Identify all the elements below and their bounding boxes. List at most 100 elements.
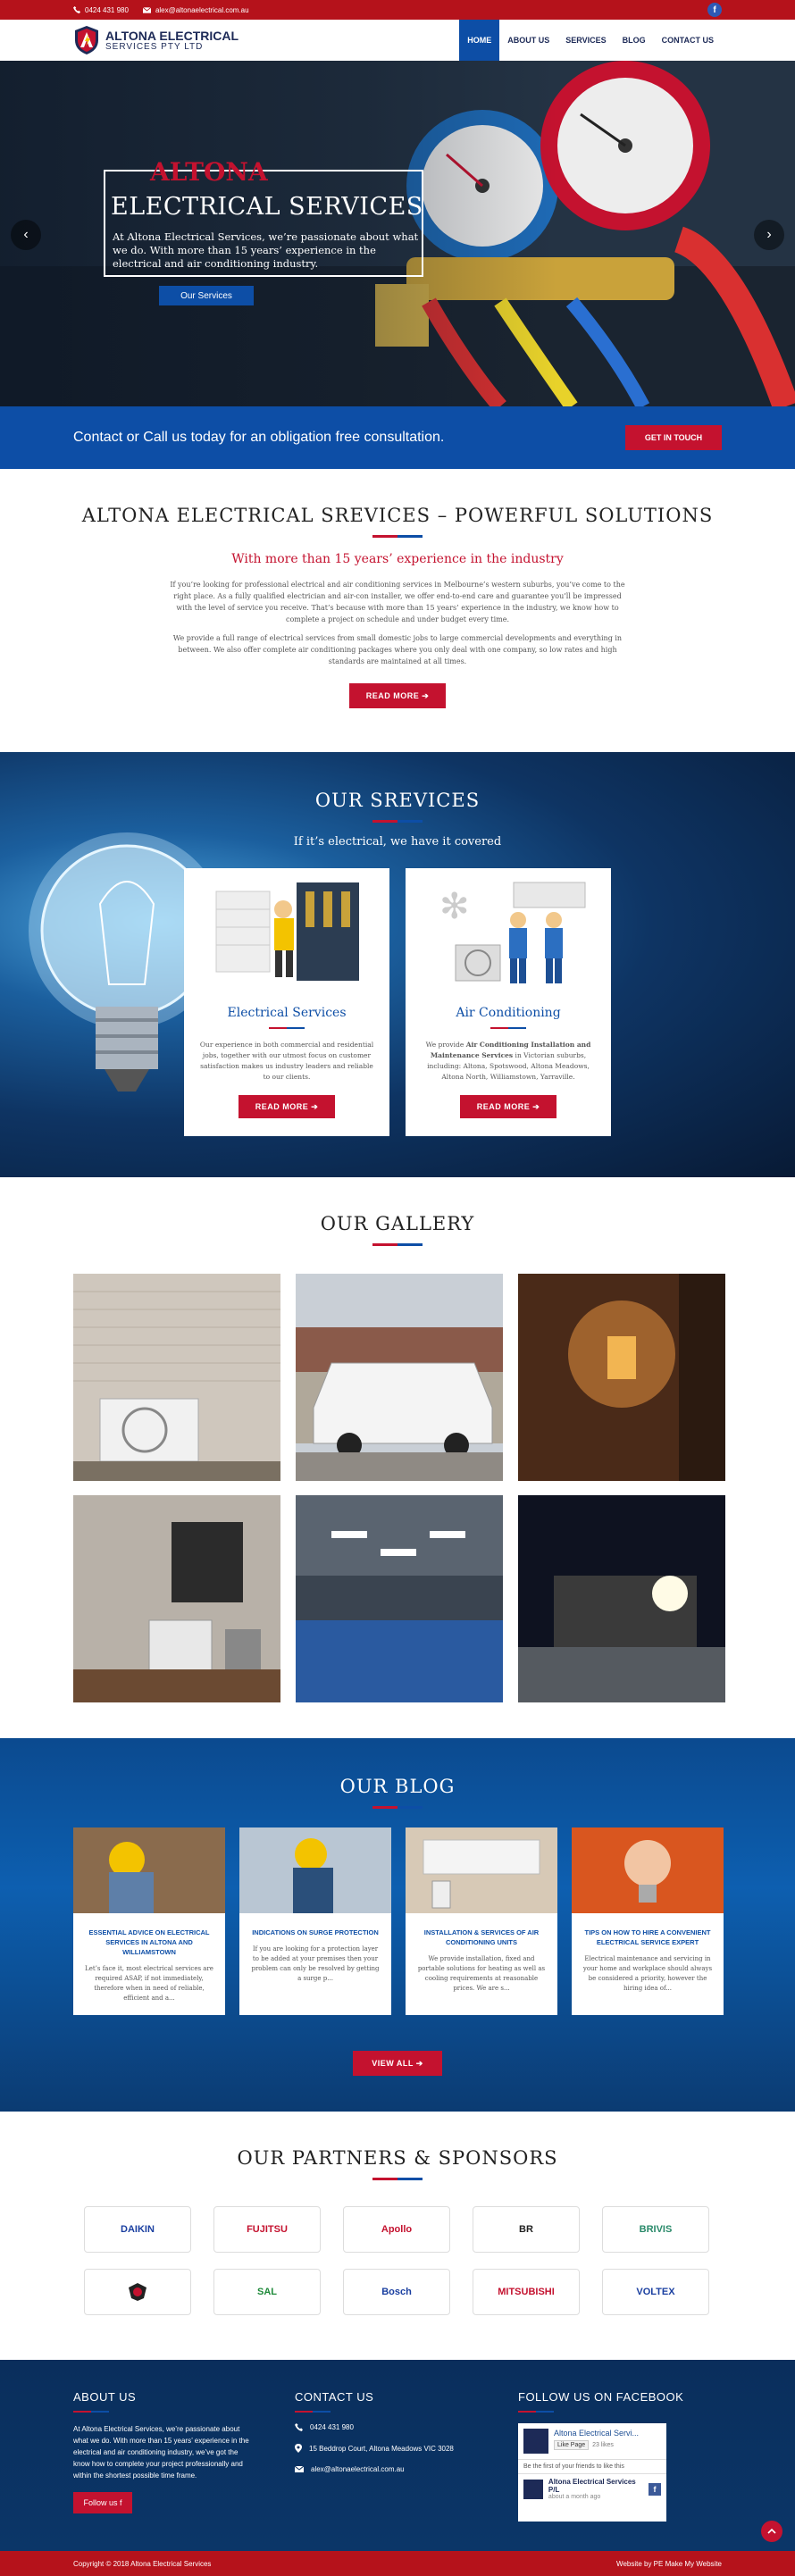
blog-post-excerpt: If you are looking for a protection laye… xyxy=(251,1945,380,1982)
footer-contact: CONTACT US 0424 431 980 15 Beddrop Court… xyxy=(295,2390,491,2486)
envelope-icon xyxy=(142,6,151,13)
divider xyxy=(372,2178,423,2180)
air-conditioning-illustration: ✻ xyxy=(439,882,586,983)
footer-facebook: FOLLOW US ON FACEBOOK Altona Electrical … xyxy=(518,2390,715,2522)
air-conditioning-read-more-button[interactable]: READ MORE ➔ xyxy=(460,1095,556,1118)
blog-title: OUR BLOG xyxy=(339,1776,456,1797)
footer-about-title: ABOUT US xyxy=(73,2390,137,2404)
blog-post-title[interactable]: ESSENTIAL ADVICE ON ELECTRICAL SERVICES … xyxy=(80,1928,218,1957)
our-services-button[interactable]: Our Services xyxy=(159,286,254,305)
gallery-image-gym-lights[interactable] xyxy=(296,1495,503,1702)
partner-emblem-icon xyxy=(129,2283,146,2301)
service-card-title: Electrical Services xyxy=(227,1006,347,1020)
copyright-text: Copyright © 2018 Altona Electrical Servi… xyxy=(73,2559,212,2568)
footer-about-text: At Altona Electrical Services, we’re pas… xyxy=(73,2425,249,2480)
gallery-title: OUR GALLERY xyxy=(320,1213,475,1234)
blog-post-title[interactable]: INSTALLATION & SERVICES OF AIR CONDITION… xyxy=(413,1928,550,1947)
partner-logo-bosch[interactable]: Bosch xyxy=(343,2269,450,2315)
gallery-image-van[interactable] xyxy=(296,1274,503,1481)
nav-home[interactable]: HOME xyxy=(459,20,500,61)
partner-logo-emblem[interactable] xyxy=(84,2269,191,2315)
intro-title: ALTONA ELECTRICAL SREVICES – POWERFUL SO… xyxy=(81,505,714,526)
nav-contact-us[interactable]: CONTACT US xyxy=(654,20,722,61)
phone-icon xyxy=(295,2423,303,2431)
gallery-image-wall-light[interactable] xyxy=(518,1274,725,1481)
service-card-text: We provide Air Conditioning Installation… xyxy=(425,1041,591,1081)
fb-page-name[interactable]: Altona Electrical Servi... xyxy=(554,2429,639,2438)
location-pin-icon xyxy=(295,2444,302,2453)
blog-image-aircon xyxy=(406,1827,557,1913)
blog-card[interactable]: INSTALLATION & SERVICES OF AIR CONDITION… xyxy=(406,1827,557,2015)
fb-like-count: 23 likes xyxy=(592,2442,614,2448)
slider-next-button[interactable]: › xyxy=(754,220,784,250)
logo-title: ALTONA ELECTRICAL xyxy=(105,28,239,43)
footer-email[interactable]: alex@altonaelectrical.com.au xyxy=(295,2465,491,2473)
blog-card[interactable]: ESSENTIAL ADVICE ON ELECTRICAL SERVICES … xyxy=(73,1827,225,2015)
logo[interactable]: ALTONA ELECTRICAL SERVICES PTY LTD xyxy=(73,25,238,55)
blog-card[interactable]: TIPS ON HOW TO HIRE A CONVENIENT ELECTRI… xyxy=(572,1827,724,2015)
website-credit[interactable]: Website by PE Make My Website xyxy=(616,2560,722,2568)
nav-about-us[interactable]: ABOUT US xyxy=(499,20,557,61)
gallery-image-night-building[interactable] xyxy=(518,1495,725,1702)
get-in-touch-button[interactable]: GET IN TOUCH xyxy=(625,425,722,450)
partner-logo-br[interactable]: BR xyxy=(473,2206,580,2253)
gallery-section: OUR GALLERY xyxy=(0,1177,795,1738)
logo-subtitle: SERVICES PTY LTD xyxy=(105,41,204,52)
topbar-phone[interactable]: 0424 431 980 xyxy=(73,6,129,14)
partner-logo-daikin[interactable]: DAIKIN xyxy=(84,2206,191,2253)
hero-title-red: ALTONA xyxy=(150,157,268,187)
blog-post-excerpt: Let’s face it, most electrical services … xyxy=(85,1965,213,2002)
blog-post-title[interactable]: INDICATIONS ON SURGE PROTECTION xyxy=(247,1928,384,1937)
back-to-top-button[interactable] xyxy=(761,2521,782,2542)
nav-blog[interactable]: BLOG xyxy=(615,20,654,61)
fb-post-name[interactable]: Altona Electrical Services P/L xyxy=(548,2478,649,2494)
partner-logo-apollo[interactable]: Apollo xyxy=(343,2206,450,2253)
follow-us-button[interactable]: Follow us f xyxy=(73,2492,132,2513)
blog-post-excerpt: We provide installation, fixed and porta… xyxy=(417,1955,546,1992)
copyright-bar: Copyright © 2018 Altona Electrical Servi… xyxy=(0,2551,795,2576)
partners-title: OUR PARTNERS & SPONSORS xyxy=(237,2147,558,2169)
nav-services[interactable]: SERVICES xyxy=(557,20,614,61)
electrician-illustration xyxy=(215,882,359,981)
blog-section: OUR BLOG ESSENTIAL ADVICE ON ELECTRICAL … xyxy=(0,1738,795,2112)
blog-image-surge xyxy=(239,1827,391,1913)
divider xyxy=(372,1243,423,1246)
facebook-icon[interactable]: f xyxy=(707,3,722,17)
top-bar: 0424 431 980 alex@altonaelectrical.com.a… xyxy=(0,0,795,20)
facebook-icon: f xyxy=(649,2482,661,2496)
blog-post-title[interactable]: TIPS ON HOW TO HIRE A CONVENIENT ELECTRI… xyxy=(579,1928,716,1947)
hero-title-white: ELECTRICAL SERVICES xyxy=(111,193,423,221)
fb-page-avatar xyxy=(523,2429,548,2454)
slider-prev-button[interactable]: ‹ xyxy=(11,220,41,250)
services-section: OUR SREVICES If it’s electrical, we have… xyxy=(0,752,795,1177)
partner-logo-sal[interactable]: SAL xyxy=(213,2269,321,2315)
envelope-icon xyxy=(295,2466,304,2472)
blog-card[interactable]: INDICATIONS ON SURGE PROTECTION If you a… xyxy=(239,1827,391,2015)
site-footer: ABOUT US At Altona Electrical Services, … xyxy=(0,2360,795,2551)
footer-about: ABOUT US At Altona Electrical Services, … xyxy=(73,2390,252,2513)
partner-logo-fujitsu[interactable]: FUJITSU xyxy=(213,2206,321,2253)
footer-address: 15 Beddrop Court, Altona Meadows VIC 302… xyxy=(295,2444,491,2453)
fb-first-friend: Be the first of your friends to like thi… xyxy=(518,2459,666,2473)
gallery-image-aircon-unit[interactable] xyxy=(73,1274,280,1481)
partner-logo-voltex[interactable]: VOLTEX xyxy=(602,2269,709,2315)
fb-like-button[interactable]: Like Page xyxy=(554,2440,590,2450)
intro-read-more-button[interactable]: READ MORE ➔ xyxy=(349,683,446,708)
topbar-email[interactable]: alex@altonaelectrical.com.au xyxy=(142,6,249,14)
footer-facebook-title: FOLLOW US ON FACEBOOK xyxy=(518,2390,684,2404)
intro-paragraph-2: We provide a full range of electrical se… xyxy=(172,634,623,665)
electrical-read-more-button[interactable]: READ MORE ➔ xyxy=(238,1095,335,1118)
logo-shield-icon xyxy=(75,26,98,54)
partner-logo-brivis[interactable]: BRIVIS xyxy=(602,2206,709,2253)
service-card-electrical: Electrical Services Our experience in bo… xyxy=(184,868,389,1136)
phone-icon xyxy=(73,6,80,13)
partner-logo-mitsubishi[interactable]: MITSUBISHI xyxy=(473,2269,580,2315)
view-all-button[interactable]: VIEW ALL ➔ xyxy=(353,2051,442,2076)
footer-phone[interactable]: 0424 431 980 xyxy=(295,2423,491,2431)
service-card-title: Air Conditioning xyxy=(456,1006,561,1020)
gallery-image-outdoor-unit[interactable] xyxy=(73,1495,280,1702)
service-card-air-conditioning: ✻ Air Conditioning We provide Air Condit… xyxy=(406,868,611,1136)
facebook-widget[interactable]: Altona Electrical Servi... Like Page 23 … xyxy=(518,2423,666,2522)
intro-section: ALTONA ELECTRICAL SREVICES – POWERFUL SO… xyxy=(0,469,795,752)
site-header: ALTONA ELECTRICAL SERVICES PTY LTD HOME … xyxy=(0,20,795,61)
